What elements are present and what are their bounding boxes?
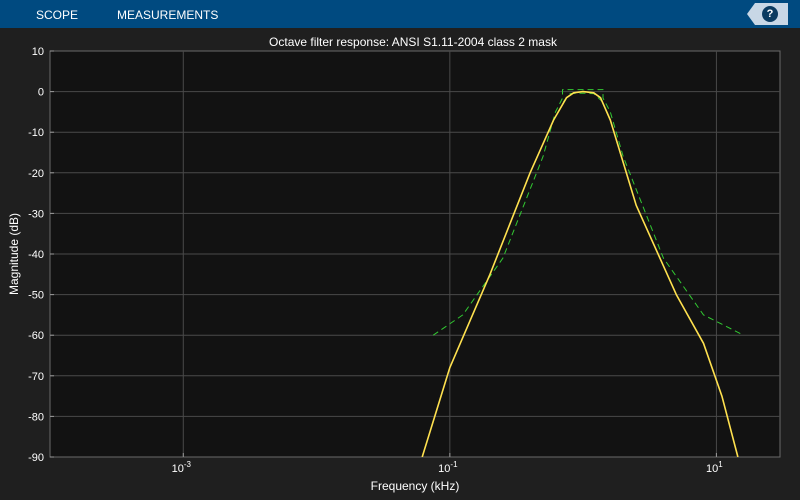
- toolbar: SCOPE MEASUREMENTS ?: [0, 0, 800, 28]
- y-tick-label: -10: [28, 127, 44, 139]
- help-button[interactable]: ?: [747, 3, 788, 25]
- y-tick-label: 10: [32, 46, 44, 58]
- y-tick-label: -80: [28, 411, 44, 423]
- x-tick-label: 101: [706, 460, 723, 475]
- y-tick-label: -50: [28, 290, 44, 302]
- y-tick-label: -40: [28, 249, 44, 261]
- chart-title: Octave filter response: ANSI S1.11-2004 …: [269, 35, 558, 49]
- help-icon: ?: [762, 6, 778, 22]
- x-axis-label: Frequency (kHz): [371, 479, 460, 493]
- tab-measurements[interactable]: MEASUREMENTS: [117, 0, 218, 28]
- x-tick-label: 10-3: [172, 460, 192, 475]
- x-tick-label: 10-1: [438, 460, 458, 475]
- y-tick-label: -60: [28, 330, 44, 342]
- y-axis-label: Magnitude (dB): [7, 213, 21, 295]
- tab-scope[interactable]: SCOPE: [36, 0, 78, 28]
- y-tick-label: -30: [28, 208, 44, 220]
- y-tick-label: 0: [38, 87, 44, 99]
- y-tick-label: -70: [28, 371, 44, 383]
- octave-filter-chart: Octave filter response: ANSI S1.11-2004 …: [7, 35, 781, 493]
- y-tick-label: -20: [28, 168, 44, 180]
- y-tick-label: -90: [28, 452, 44, 464]
